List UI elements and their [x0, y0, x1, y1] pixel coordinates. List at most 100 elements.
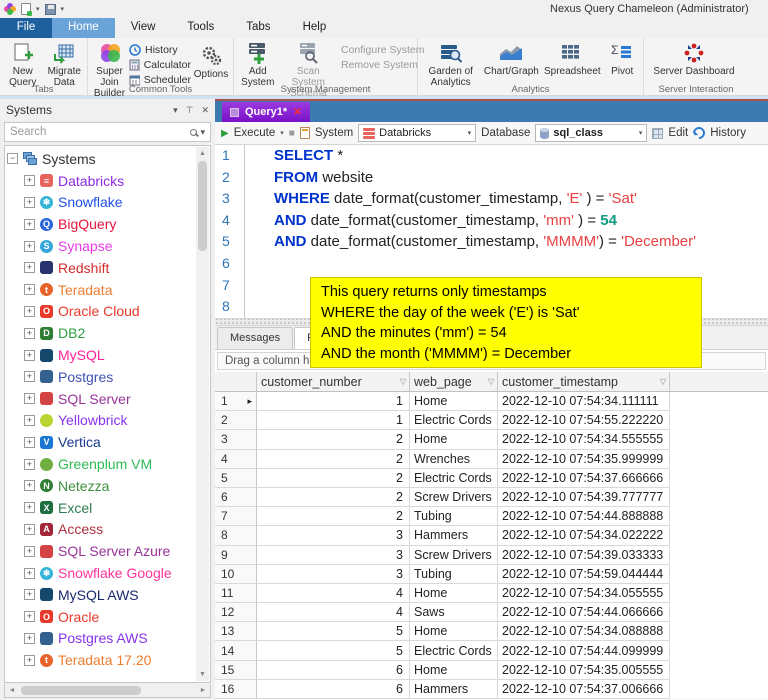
quick-save-icon[interactable] [45, 4, 56, 15]
sidebar-item-mysql-aws[interactable]: +MySQL AWS [7, 584, 195, 606]
expand-icon[interactable]: + [24, 415, 35, 426]
spreadsheet-button[interactable]: Spreadsheet [541, 40, 603, 78]
column-header-customer-number[interactable]: customer_number ▽ [257, 372, 410, 391]
expand-icon[interactable]: + [24, 568, 35, 579]
sidebar-item-oracle-cloud[interactable]: +OOracle Cloud [7, 301, 195, 323]
stop-icon[interactable]: ■ [289, 128, 295, 139]
sidebar-item-databricks[interactable]: +≡Databricks [7, 170, 195, 192]
sidebar-item-snowflake[interactable]: +❄Snowflake [7, 192, 195, 214]
scroll-down-icon[interactable]: ▼ [196, 668, 209, 681]
sidebar-item-netezza[interactable]: +NNetezza [7, 475, 195, 497]
table-row[interactable]: 145Electric Cords2022-12-10 07:54:44.099… [215, 641, 768, 660]
sidebar-item-vertica[interactable]: +VVertica [7, 431, 195, 453]
expand-icon[interactable]: + [24, 633, 35, 644]
query-tab-close-icon[interactable]: ✕ [293, 107, 301, 118]
expand-icon[interactable]: + [24, 393, 35, 404]
expand-icon[interactable]: + [24, 241, 35, 252]
menu-view[interactable]: View [115, 18, 172, 38]
tab-messages[interactable]: Messages [217, 327, 293, 349]
pivot-button[interactable]: Σ Pivot [603, 40, 641, 78]
expand-icon[interactable]: + [24, 611, 35, 622]
expand-icon[interactable]: + [24, 459, 35, 470]
sidebar-item-greenplum-vm[interactable]: +Greenplum VM [7, 453, 195, 475]
execute-icon[interactable]: ▶ [221, 128, 229, 139]
scrollbar-thumb[interactable] [198, 161, 207, 251]
table-row[interactable]: 166Hammers2022-12-10 07:54:37.006666 [215, 680, 768, 699]
page-icon[interactable] [300, 127, 310, 139]
expand-icon[interactable]: + [24, 197, 35, 208]
expand-icon[interactable]: + [24, 546, 35, 557]
add-system-button[interactable]: Add System [236, 40, 280, 89]
system-select-dropdown-icon[interactable]: ▾ [468, 129, 472, 137]
migrate-data-button[interactable]: Migrate Data [44, 40, 86, 89]
table-row[interactable]: 156Home2022-12-10 07:54:35.005555 [215, 661, 768, 680]
expand-icon[interactable]: + [24, 371, 35, 382]
table-row[interactable]: 103Tubing2022-12-10 07:54:59.044444 [215, 565, 768, 584]
filter-icon[interactable]: ▽ [488, 377, 494, 386]
search-icon[interactable] [190, 129, 197, 136]
search-input[interactable]: Search ▾ [4, 122, 211, 142]
scroll-left-icon[interactable]: ◄ [5, 684, 19, 697]
tree-horizontal-scrollbar[interactable]: ◄ ► [4, 684, 211, 698]
table-row[interactable]: 114Home2022-12-10 07:54:34.055555 [215, 584, 768, 603]
sidebar-item-bigquery[interactable]: +QBigQuery [7, 213, 195, 235]
expand-icon[interactable]: + [24, 480, 35, 491]
scrollbar-thumb[interactable] [21, 686, 141, 695]
expand-icon[interactable]: + [24, 350, 35, 361]
sidebar-item-teradata-17-20[interactable]: +tTeradata 17.20 [7, 649, 195, 671]
panel-chevron-down-icon[interactable]: ▾ [173, 105, 178, 116]
table-row[interactable]: 62Screw Drivers2022-12-10 07:54:39.77777… [215, 488, 768, 507]
garden-of-analytics-button[interactable]: Garden of Analytics [420, 40, 481, 89]
sidebar-item-mysql[interactable]: +MySQL [7, 344, 195, 366]
tree-vertical-scrollbar[interactable]: ▲ ▼ [196, 147, 209, 681]
quick-new-query-icon[interactable] [21, 3, 31, 15]
panel-close-icon[interactable]: ✕ [201, 105, 209, 116]
table-row[interactable]: 83Hammers2022-12-10 07:54:34.022222 [215, 526, 768, 545]
expand-icon[interactable]: + [24, 219, 35, 230]
expand-icon[interactable]: + [24, 502, 35, 513]
execute-button[interactable]: Execute [234, 127, 276, 139]
collapse-icon[interactable]: − [7, 153, 18, 164]
table-row[interactable]: 1▸1Home2022-12-10 07:54:34.111111 [215, 392, 768, 411]
sidebar-item-postgres[interactable]: +Postgres [7, 366, 195, 388]
table-row[interactable]: 135Home2022-12-10 07:54:34.088888 [215, 622, 768, 641]
menu-tabs[interactable]: Tabs [230, 18, 286, 38]
scroll-right-icon[interactable]: ► [196, 684, 210, 697]
table-row[interactable]: 52Electric Cords2022-12-10 07:54:37.6666… [215, 469, 768, 488]
query-tab[interactable]: Query1* ✕ [222, 102, 310, 122]
table-row[interactable]: 124Saws2022-12-10 07:54:44.066666 [215, 603, 768, 622]
search-dropdown-icon[interactable]: ▾ [200, 127, 205, 138]
sidebar-item-teradata[interactable]: +tTeradata [7, 279, 195, 301]
system-select[interactable]: Databricks ▾ [358, 124, 476, 142]
expand-icon[interactable]: + [24, 175, 35, 186]
sidebar-item-snowflake-google[interactable]: +❄Snowflake Google [7, 562, 195, 584]
table-row[interactable]: 72Tubing2022-12-10 07:54:44.888888 [215, 507, 768, 526]
edit-button[interactable]: Edit [668, 127, 688, 139]
menu-file[interactable]: File [0, 18, 52, 38]
calculator-button[interactable]: Calculator [129, 57, 191, 72]
sidebar-item-postgres-aws[interactable]: +Postgres AWS [7, 628, 195, 650]
table-row[interactable]: 21Electric Cords2022-12-10 07:54:55.2222… [215, 411, 768, 430]
new-query-button[interactable]: New Query [2, 40, 44, 89]
history-button[interactable]: History [710, 127, 746, 139]
edit-grid-icon[interactable] [652, 128, 663, 139]
expand-icon[interactable]: + [24, 306, 35, 317]
execute-dropdown-icon[interactable]: ▾ [280, 129, 284, 137]
menu-tools[interactable]: Tools [171, 18, 230, 38]
chart-graph-button[interactable]: Chart/Graph [481, 40, 541, 78]
panel-pin-icon[interactable]: ⊤ [186, 105, 194, 116]
sidebar-item-sql-server[interactable]: +SQL Server [7, 388, 195, 410]
sidebar-item-sql-server-azure[interactable]: +SQL Server Azure [7, 540, 195, 562]
table-row[interactable]: 93Screw Drivers2022-12-10 07:54:39.03333… [215, 546, 768, 565]
expand-icon[interactable]: + [24, 328, 35, 339]
expand-icon[interactable]: + [24, 655, 35, 666]
history-icon[interactable] [691, 125, 708, 142]
sidebar-item-redshift[interactable]: +Redshift [7, 257, 195, 279]
configure-system-button[interactable]: Configure System [337, 42, 415, 57]
menu-help[interactable]: Help [287, 18, 343, 38]
expand-icon[interactable]: + [24, 437, 35, 448]
sidebar-item-oracle[interactable]: +OOracle [7, 606, 195, 628]
sidebar-item-synapse[interactable]: +SSynapse [7, 235, 195, 257]
remove-system-button[interactable]: Remove System [337, 57, 415, 72]
filter-icon[interactable]: ▽ [660, 377, 666, 386]
